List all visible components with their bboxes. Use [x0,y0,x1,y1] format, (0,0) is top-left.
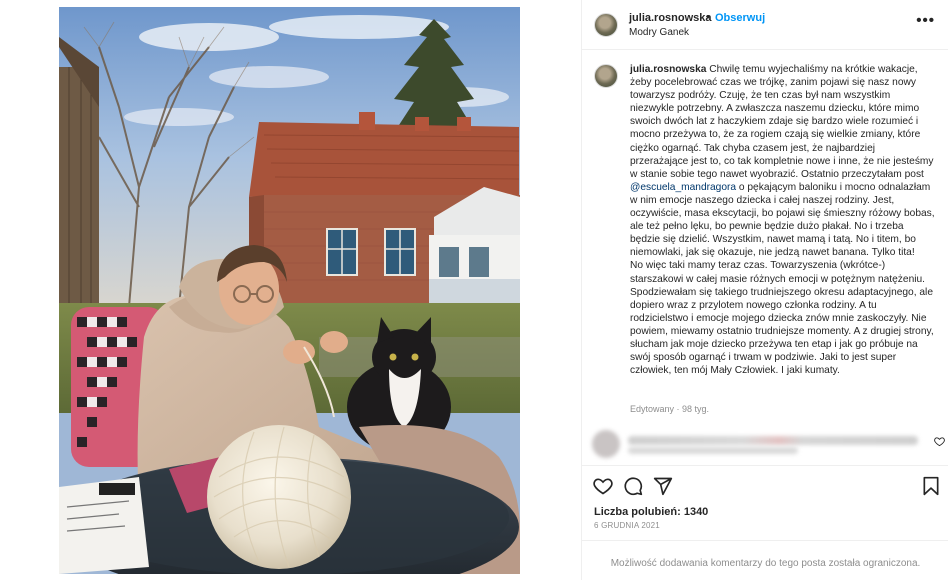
bookmark-icon[interactable] [922,476,940,496]
post-date: 6 GRUDNIA 2021 [594,521,660,530]
caption-mention-link[interactable]: @escuela_mandragora [630,182,736,193]
commenter-avatar [592,430,620,458]
separator-dot: • [706,11,710,23]
comments-limited-bar: Możliwość dodawania komentarzy do tego p… [582,540,948,580]
caption-text: julia.rosnowska Chwilę temu wyjechaliśmy… [630,63,936,377]
caption-body-start: Chwilę temu wyjechaliśmy na krótkie waka… [630,64,937,180]
caption-section: julia.rosnowska Chwilę temu wyjechaliśmy… [582,58,948,418]
comment-icon[interactable] [623,476,643,496]
share-icon[interactable] [653,476,673,496]
blurred-comment-text [628,436,918,445]
post-username[interactable]: julia.rosnowska [629,12,712,24]
caption-paragraph-2: No więc taki mamy teraz czas. Towarzysze… [630,260,937,377]
likes-count[interactable]: Liczba polubień: 1340 [594,506,708,518]
post-actions-bar [582,465,948,505]
post-photo[interactable] [59,7,520,574]
caption-username[interactable]: julia.rosnowska [630,64,706,75]
caption-avatar[interactable] [594,64,618,88]
post-header: julia.rosnowska • Obserwuj Modry Ganek •… [582,0,948,50]
post-location[interactable]: Modry Ganek [629,27,689,38]
comments-limited-notice: Możliwość dodawania komentarzy do tego p… [610,558,921,569]
post-photo-illustration [59,7,520,574]
caption-body-end: o pękającym baloniku i mocno odnalazłam … [630,181,938,259]
post-side-panel: julia.rosnowska • Obserwuj Modry Ganek •… [581,0,948,580]
avatar[interactable] [594,13,618,37]
blurred-comment-text-2 [628,447,798,454]
edited-timestamp: Edytowany · 98 tyg. [630,404,710,414]
more-options-icon[interactable]: ••• [916,12,935,29]
follow-button[interactable]: Obserwuj [715,12,765,24]
heart-icon[interactable] [593,476,613,496]
comment-like-heart-icon[interactable] [934,436,945,447]
blurred-comment [582,426,948,460]
